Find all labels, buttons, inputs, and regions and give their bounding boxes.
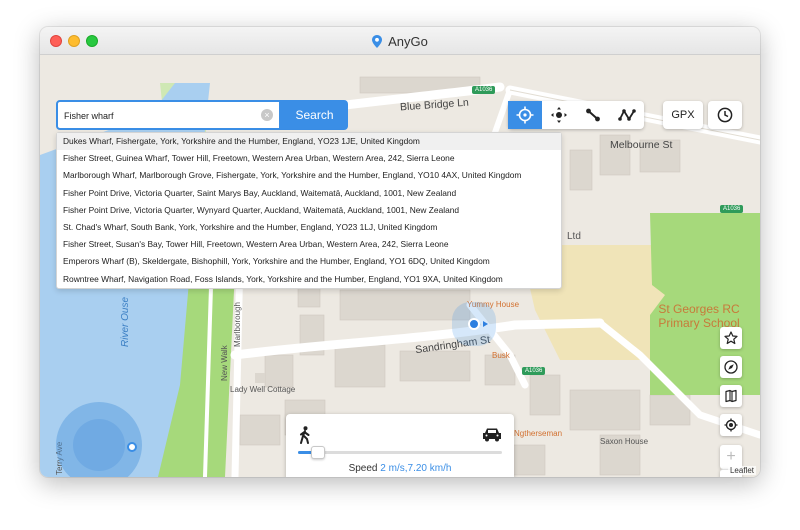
compass-button[interactable]	[720, 356, 742, 378]
joystick-mode-button[interactable]	[542, 101, 576, 129]
search-result-item[interactable]: Fisher Point Drive, Victoria Quarter, Sa…	[57, 185, 561, 202]
search-results-dropdown: Dukes Wharf, Fishergate, York, Yorkshire…	[56, 132, 562, 289]
zoom-in-label: +	[726, 448, 736, 465]
map-label-ngtherseman: Ngtherseman	[514, 429, 563, 438]
speed-slider-thumb[interactable]	[311, 446, 326, 459]
map-label-school: St Georges RC Primary School	[658, 302, 740, 330]
locate-icon	[724, 418, 738, 432]
speed-slider[interactable]	[298, 446, 502, 459]
map-icon	[725, 389, 737, 403]
favorite-button[interactable]	[720, 327, 742, 349]
speed-value: 2 m/s,7.20 km/h	[380, 463, 452, 474]
road-number-sign: A1036	[472, 86, 496, 94]
compass-icon	[724, 360, 738, 374]
map-label-ltd: Ltd	[567, 231, 581, 242]
road-number-sign: A1036	[720, 205, 744, 213]
current-location-marker[interactable]	[468, 318, 480, 330]
two-spot-route-icon	[586, 108, 600, 122]
joystick-handle[interactable]	[127, 442, 137, 452]
title-bar: AnyGo	[40, 27, 760, 55]
app-title: AnyGo	[40, 34, 760, 49]
app-title-text: AnyGo	[388, 34, 428, 49]
two-spot-mode-button[interactable]	[576, 101, 610, 129]
search-input[interactable]	[64, 108, 254, 124]
search-result-item[interactable]: St. Chad's Wharf, South Bank, York, York…	[57, 219, 561, 236]
search-result-item[interactable]: Dukes Wharf, Fishergate, York, Yorkshire…	[57, 133, 561, 151]
map-label-yummy-house: Yummy House	[467, 300, 520, 309]
car-icon[interactable]	[482, 427, 502, 442]
history-button[interactable]	[708, 101, 742, 129]
search-result-item[interactable]: Marlborough Wharf, Marlborough Grove, Fi…	[57, 167, 561, 184]
map-label-lady-well-cottage: Lady Well Cottage	[230, 385, 296, 394]
locate-me-button[interactable]	[720, 414, 742, 436]
search-result-item[interactable]: Emperors Wharf (B), Skeldergate, Bishoph…	[57, 253, 561, 270]
speed-label: Speed	[348, 463, 378, 474]
speed-readout: Speed 2 m/s,7.20 km/h	[286, 463, 514, 474]
crosshair-icon	[516, 106, 534, 124]
gpx-import-button[interactable]: GPX	[663, 101, 703, 129]
search-result-item[interactable]: Fisher Street, Guinea Wharf, Tower Hill,…	[57, 150, 561, 167]
road-number-sign: A1036	[522, 367, 546, 375]
map-attribution[interactable]: Leaflet	[727, 466, 756, 475]
clock-icon	[717, 107, 733, 123]
search-result-item[interactable]: Fisher Point Drive, Victoria Quarter, Wy…	[57, 202, 561, 219]
search-result-item[interactable]: Fisher Street, Susan's Bay, Tower Hill, …	[57, 236, 561, 253]
speed-panel: Speed 2 m/s,7.20 km/h	[286, 414, 514, 477]
app-logo-pin-icon	[372, 35, 383, 48]
multi-spot-mode-button[interactable]	[610, 101, 644, 129]
map-label-busk: Busk	[492, 351, 510, 360]
map-view[interactable]: Blue Bridge Ln Melbourne St Ltd St Georg…	[40, 55, 760, 477]
map-label-new-walk: New Walk	[220, 345, 229, 381]
map-label-melbourne-st: Melbourne St	[610, 139, 673, 151]
teleport-mode-button[interactable]	[508, 101, 542, 129]
multi-spot-route-icon	[618, 109, 636, 121]
mode-toolbar	[508, 101, 644, 129]
search-box: ×	[56, 100, 281, 130]
map-type-button[interactable]	[720, 385, 742, 407]
app-window: AnyGo Blue Bridge Ln Melbourne St Ltd St…	[40, 27, 760, 477]
clear-search-icon[interactable]: ×	[261, 109, 273, 121]
joystick-inner-ring	[73, 419, 125, 471]
search-result-item[interactable]: Rowntree Wharf, Navigation Road, Foss Is…	[57, 271, 561, 288]
map-label-river-ouse: River Ouse	[120, 296, 131, 347]
heading-arrow-icon	[483, 321, 488, 327]
walking-person-icon[interactable]	[298, 426, 312, 444]
map-label-saxon-house: Saxon House	[600, 437, 649, 446]
map-label-marlborough: Marlborough	[233, 302, 242, 347]
joystick-icon	[551, 107, 567, 123]
search-button[interactable]: Search	[281, 100, 348, 130]
star-icon	[724, 331, 738, 345]
